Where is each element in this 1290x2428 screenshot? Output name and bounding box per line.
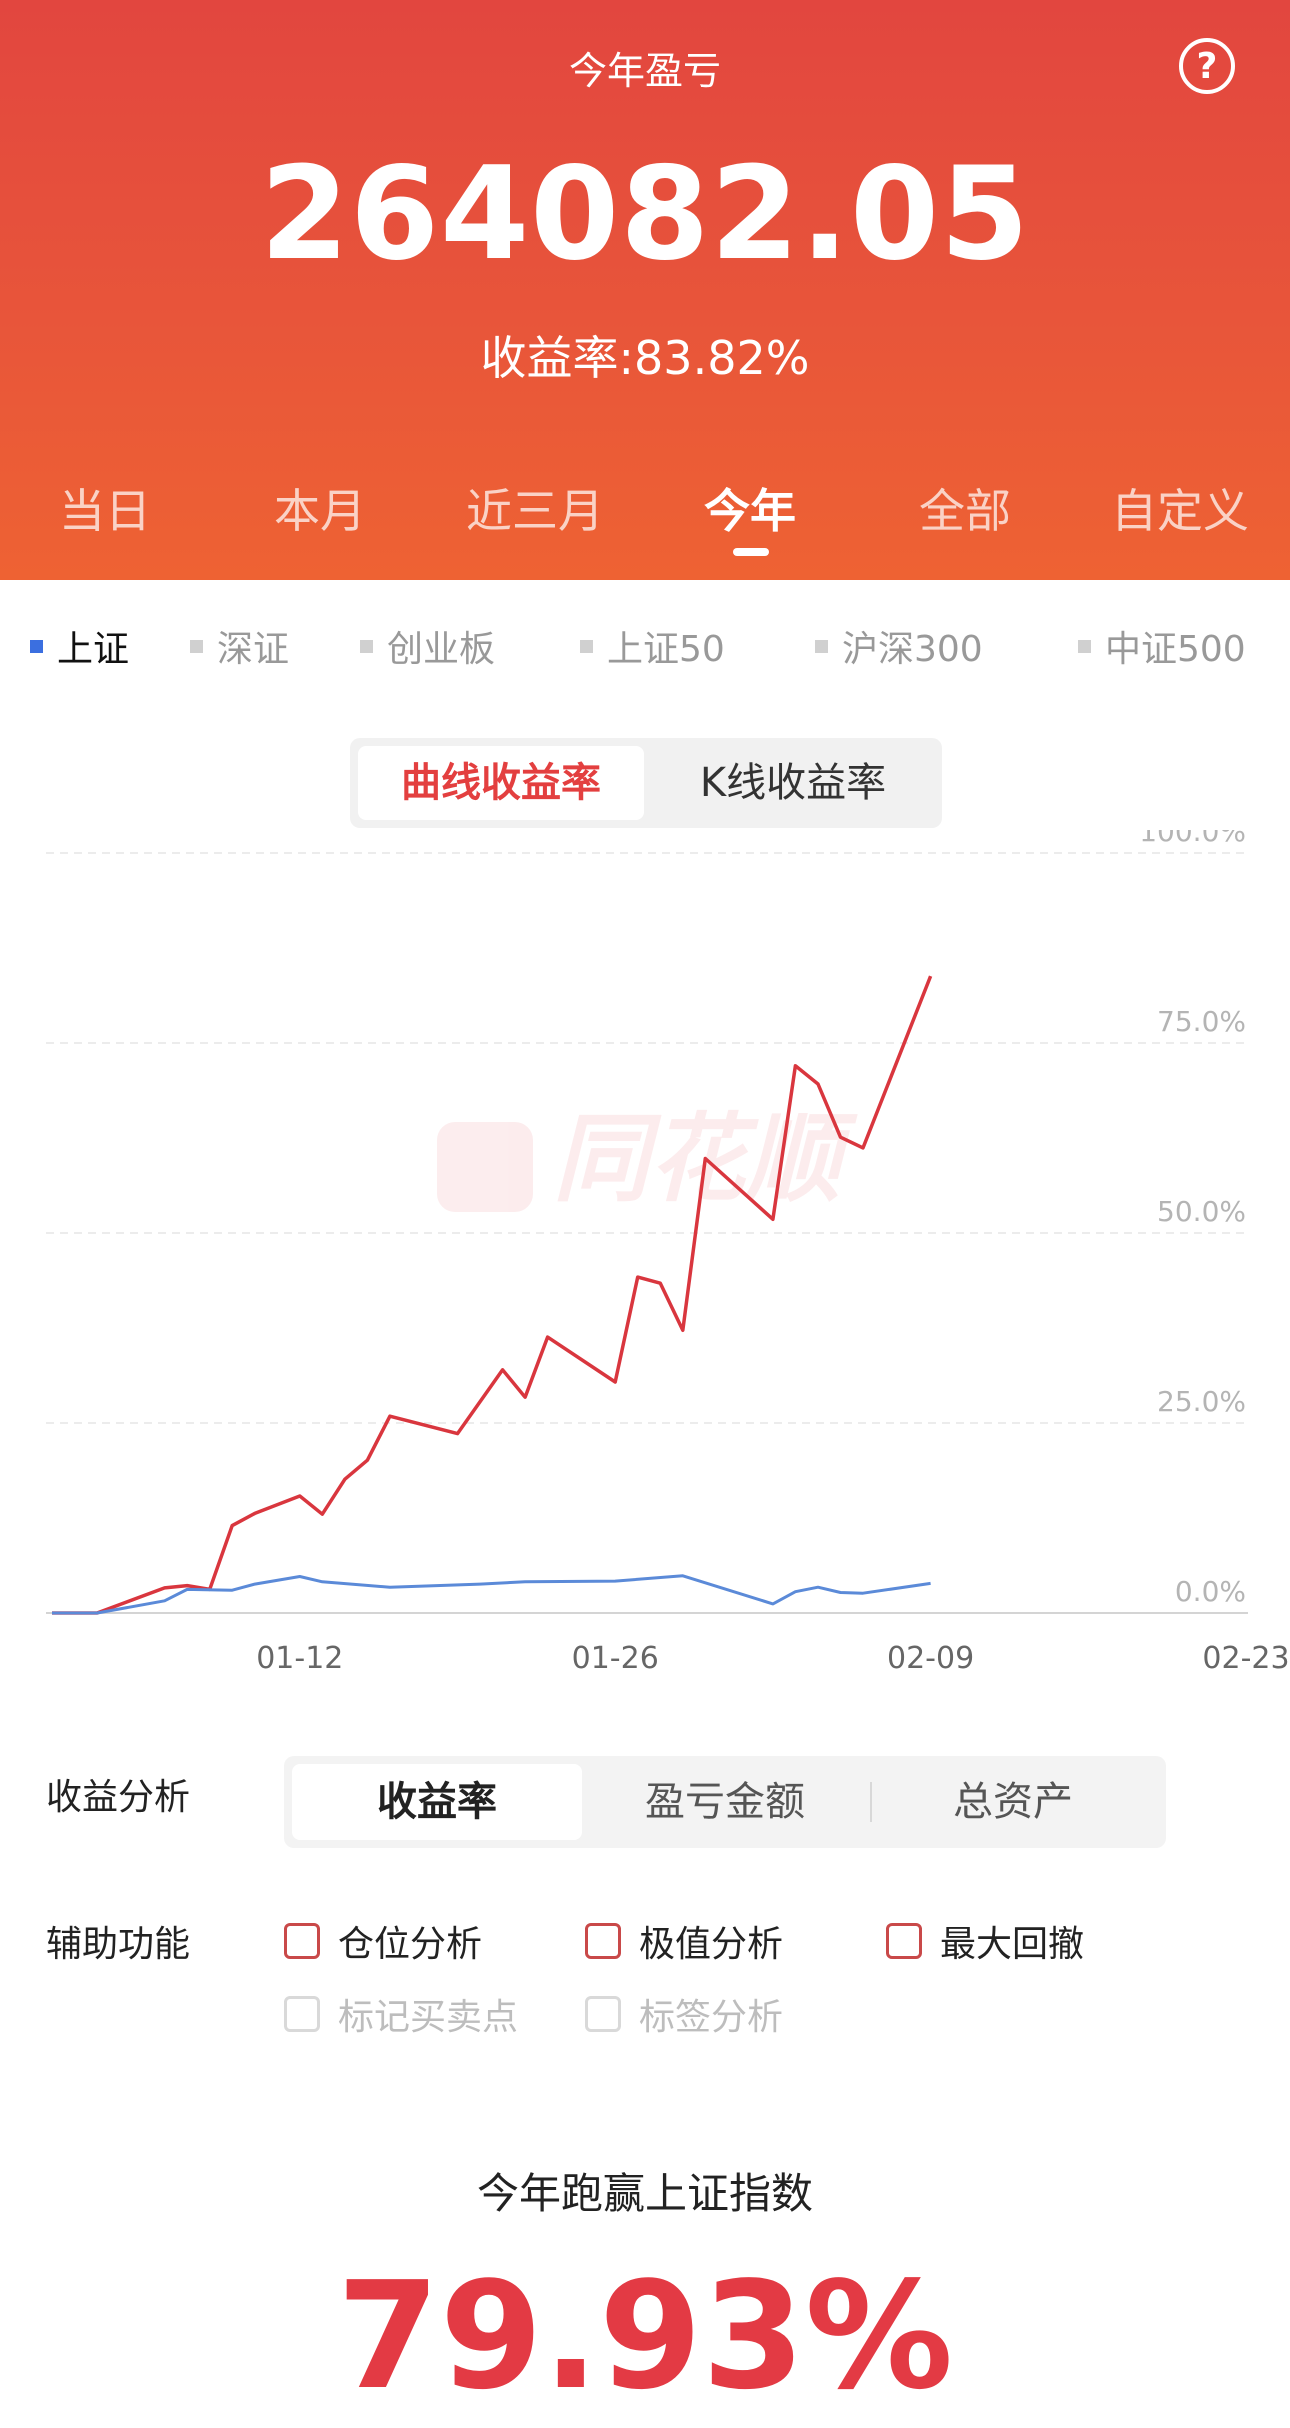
y-tick-label: 0.0%: [1175, 1575, 1246, 1608]
checkbox-label: 标签分析: [639, 1997, 784, 2038]
checkbox-icon[interactable]: [585, 1923, 621, 1959]
seg-total-assets[interactable]: 总资产: [868, 1764, 1158, 1840]
tab-year[interactable]: 今年: [660, 475, 840, 541]
index-hs300[interactable]: 沪深300: [815, 620, 983, 672]
index-label: 中证500: [1105, 629, 1246, 670]
index-label: 创业板: [387, 629, 496, 670]
checkbox-max-drawdown[interactable]: 最大回撤: [886, 1915, 1084, 1967]
seg-profit-amount[interactable]: 盈亏金额: [580, 1764, 870, 1840]
outperform-title: 今年跑赢上证指数: [476, 2169, 813, 2218]
x-tick-label: 02-23: [1202, 1641, 1289, 1676]
index-label: 沪深300: [842, 629, 983, 670]
legend-square: [1078, 639, 1091, 653]
checkbox-extreme-analysis[interactable]: 极值分析: [585, 1915, 783, 1967]
portfolio-yield-line: [52, 975, 933, 1615]
yield-rate: 收益率:83.82%: [480, 331, 810, 385]
index-cyb[interactable]: 创业板: [360, 620, 495, 672]
chart-grid: [46, 852, 1248, 1614]
analysis-label: 收益分析: [46, 1777, 191, 1818]
chart-series: [52, 975, 933, 1615]
y-tick-label: 100.0%: [1139, 830, 1246, 848]
watermark-logo-icon: [437, 1122, 533, 1212]
profit-header: 今年盈亏 ? 264082.05 收益率:83.82% 当日 本月 近三月 今年…: [0, 0, 1290, 580]
checkbox-tag-analysis[interactable]: 标签分析: [585, 1988, 783, 2040]
analysis-segment: 收益率 盈亏金额 总资产: [284, 1756, 1166, 1848]
checkbox-label: 标记买卖点: [338, 1997, 519, 2038]
checkbox-label: 最大回撤: [940, 1924, 1085, 1965]
y-tick-label: 50.0%: [1157, 1195, 1246, 1228]
checkbox-label: 仓位分析: [338, 1924, 483, 1965]
legend-square: [815, 639, 828, 653]
index-sz[interactable]: 深证: [190, 620, 289, 672]
legend-square: [190, 639, 203, 653]
tab-month[interactable]: 本月: [230, 475, 410, 541]
period-tabs: 当日 本月 近三月 今年 全部 自定义: [0, 475, 1290, 545]
index-label: 上证50: [607, 629, 725, 670]
checkbox-position-analysis[interactable]: 仓位分析: [284, 1915, 482, 1967]
legend-square: [360, 639, 373, 653]
x-tick-label: 02-09: [887, 1641, 974, 1676]
y-axis-labels: 100.0% 75.0% 50.0% 25.0% 0.0%: [1139, 830, 1246, 1608]
y-tick-label: 25.0%: [1157, 1385, 1246, 1418]
aux-label: 辅助功能: [46, 1924, 191, 1965]
index-yield-line: [52, 1574, 931, 1615]
checkbox-icon[interactable]: [886, 1923, 922, 1959]
chart-type-toggle: 曲线收益率 K线收益率: [350, 738, 942, 828]
active-tab-indicator: [733, 548, 769, 556]
x-tick-label: 01-12: [256, 1641, 343, 1676]
tab-custom[interactable]: 自定义: [1090, 475, 1270, 541]
page-title: 今年盈亏: [568, 49, 721, 93]
watermark: 同花顺: [437, 1103, 858, 1215]
index-selector: 上证 深证 创业板 上证50 沪深300 中证500: [0, 620, 1290, 680]
x-axis-labels: 01-12 01-26 02-09 02-23: [256, 1641, 1289, 1676]
index-sz50[interactable]: 上证50: [580, 620, 725, 672]
index-label: 深证: [217, 629, 290, 670]
total-profit-value: 264082.05: [259, 140, 1031, 289]
legend-square: [30, 639, 43, 653]
yield-line-chart[interactable]: 同花顺 100.0% 75.0% 50.0% 25.0% 0.0% 01-12 01-26…: [0, 830, 1290, 1710]
checkbox-icon[interactable]: [284, 1923, 320, 1959]
outperform-value: 79.93%: [336, 2250, 954, 2422]
tab-3months[interactable]: 近三月: [445, 475, 625, 541]
seg-yield-rate[interactable]: 收益率: [292, 1764, 582, 1840]
index-label: 上证: [57, 629, 130, 670]
question-circle-icon[interactable]: ?: [1179, 38, 1235, 94]
checkbox-icon[interactable]: [284, 1996, 320, 2032]
checkbox-icon[interactable]: [585, 1996, 621, 2032]
index-sh[interactable]: 上证: [30, 620, 129, 672]
y-tick-label: 75.0%: [1157, 1005, 1246, 1038]
index-zz500[interactable]: 中证500: [1078, 620, 1246, 672]
legend-square: [580, 639, 593, 653]
x-tick-label: 01-26: [572, 1641, 659, 1676]
tab-today[interactable]: 当日: [15, 475, 195, 541]
kline-yield-button[interactable]: K线收益率: [650, 746, 936, 820]
tab-all[interactable]: 全部: [875, 475, 1055, 541]
checkbox-mark-trades[interactable]: 标记买卖点: [284, 1988, 518, 2040]
checkbox-label: 极值分析: [639, 1924, 784, 1965]
curve-yield-button[interactable]: 曲线收益率: [358, 746, 644, 820]
